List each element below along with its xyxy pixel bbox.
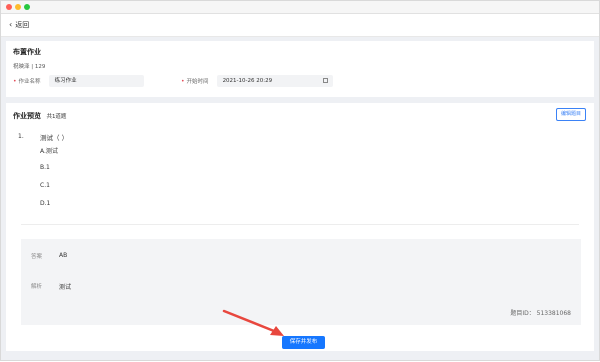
- assignment-preview-card: 作业预览 共1道题 编辑题目 1. 测试（ ） A.测试 B.1 C.1 D.1…: [6, 103, 594, 351]
- back-label: 返回: [15, 21, 30, 29]
- preview-header: 作业预览 共1道题: [13, 111, 66, 121]
- divider: [21, 224, 579, 225]
- assignment-settings-card: 布置作业 祝映泽 | 129 • 作业名称 练习作业 • 开始时间 2021-1…: [6, 41, 594, 97]
- question-text: 测试（ ）: [40, 134, 69, 142]
- answer-value: AB: [59, 252, 68, 259]
- class-info: 祝映泽 | 129: [13, 64, 46, 70]
- question-id: 题目ID： 513381068: [510, 310, 571, 317]
- title-bar: [1, 1, 599, 14]
- maximize-window-button[interactable]: [24, 4, 30, 10]
- chevron-left-icon: ‹: [9, 20, 13, 29]
- option-d: D.1: [40, 200, 51, 207]
- required-mark: •: [13, 77, 17, 85]
- top-nav-bar: ‹ 返回: [1, 14, 599, 37]
- start-time-picker[interactable]: 2021-10-26 20:29: [216, 75, 333, 87]
- answer-analysis-panel: 答案 AB 解析 测试 题目ID： 513381068: [21, 239, 581, 325]
- assignment-title: 布置作业: [13, 48, 41, 56]
- start-time-value: 2021-10-26 20:29: [222, 78, 273, 84]
- close-window-button[interactable]: [6, 4, 12, 10]
- start-time-label: 开始时间: [186, 79, 209, 85]
- back-button[interactable]: ‹ 返回: [9, 20, 29, 30]
- start-time-field-row: • 开始时间 2021-10-26 20:29: [181, 75, 333, 87]
- calendar-icon: [322, 78, 328, 83]
- name-field-row: • 作业名称 练习作业: [13, 75, 144, 87]
- question-count: 共1道题: [46, 114, 67, 120]
- analysis-label: 解析: [31, 284, 43, 290]
- preview-title: 作业预览: [13, 112, 41, 120]
- minimize-window-button[interactable]: [15, 4, 21, 10]
- name-field-label: 作业名称: [18, 79, 41, 85]
- app-window: ‹ 返回 布置作业 祝映泽 | 129 • 作业名称 练习作业 • 开始时间 2…: [0, 0, 600, 361]
- question-number: 1.: [18, 133, 24, 140]
- analysis-value: 测试: [59, 284, 72, 291]
- answer-label: 答案: [31, 254, 43, 260]
- assignment-name-input[interactable]: 练习作业: [48, 75, 144, 87]
- required-mark: •: [181, 77, 185, 85]
- option-b: B.1: [40, 164, 50, 171]
- save-and-publish-button[interactable]: 保存并发布: [282, 336, 325, 349]
- edit-questions-button[interactable]: 编辑题目: [555, 108, 586, 121]
- option-a: A.测试: [40, 148, 58, 155]
- option-c: C.1: [40, 182, 50, 189]
